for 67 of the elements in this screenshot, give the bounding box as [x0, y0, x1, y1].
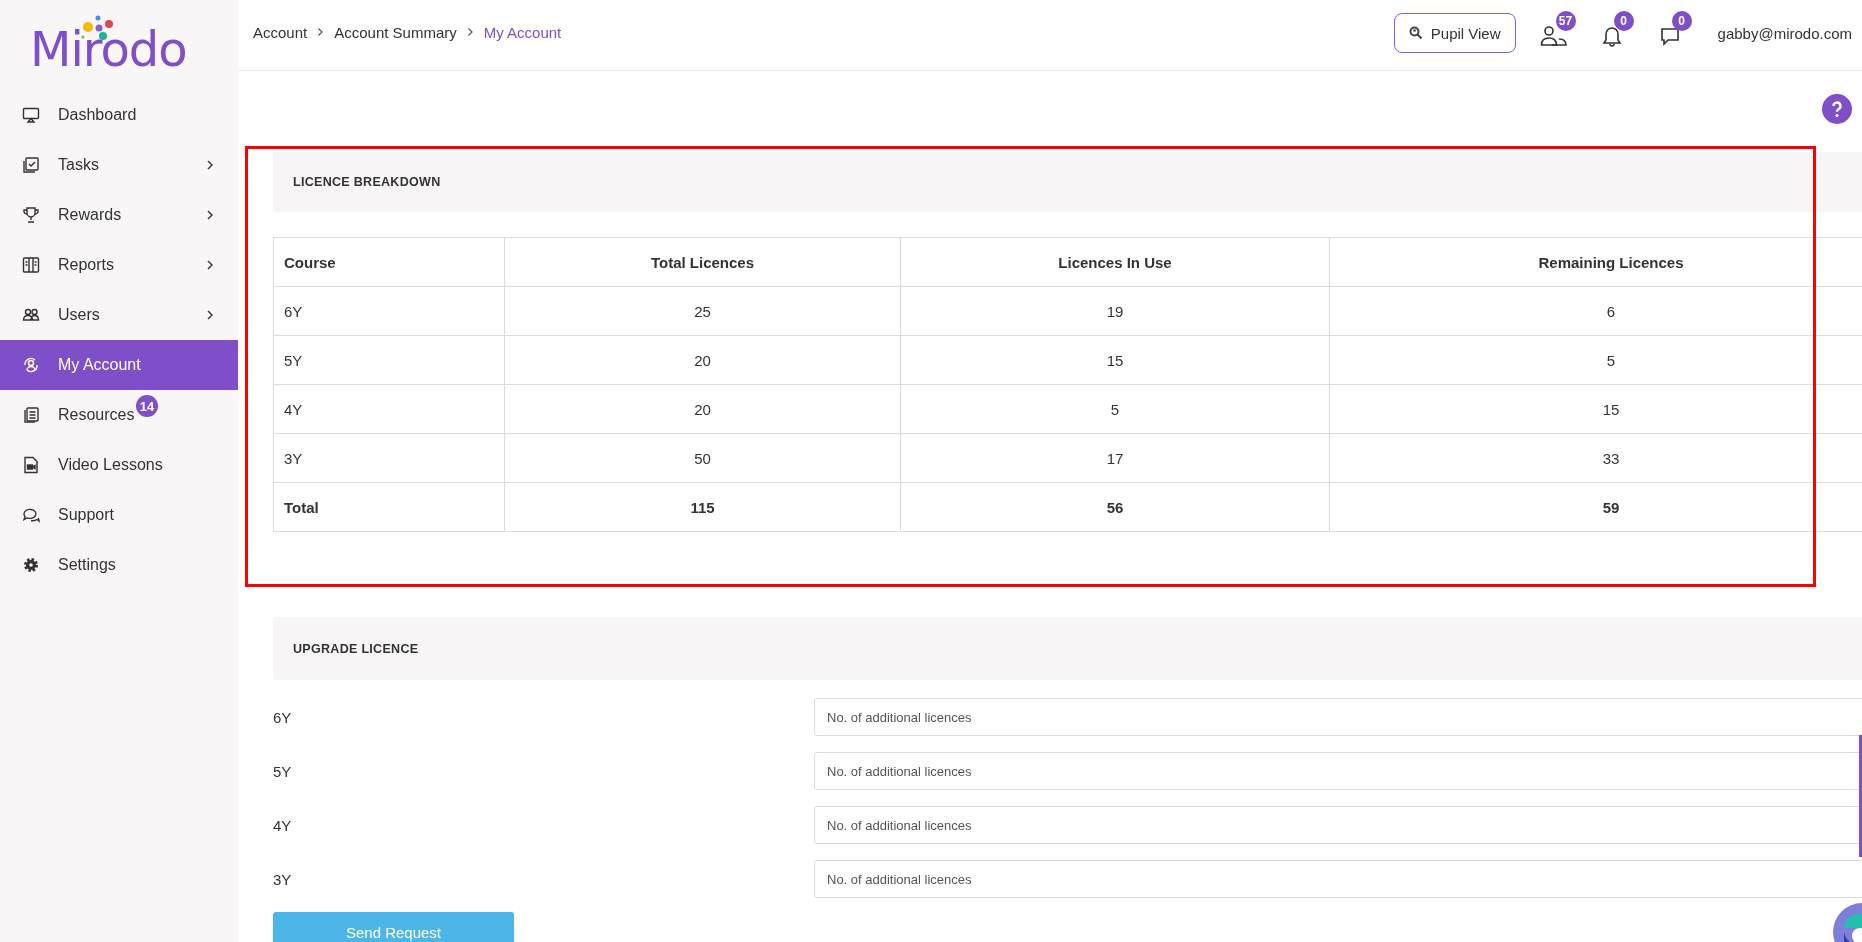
users-icon[interactable]: [1539, 25, 1568, 47]
table-cell: 3Y: [273, 433, 505, 483]
table-cell: 4Y: [273, 384, 505, 434]
total-cell: 56: [900, 482, 1330, 532]
section-title: LICENCE BREAKDOWN: [293, 175, 441, 189]
sidebar-item[interactable]: Video Lessons: [0, 440, 238, 490]
table-cell: 50: [504, 433, 901, 483]
sidebar-item[interactable]: Users: [0, 290, 238, 340]
search-icon: [1408, 26, 1423, 40]
sidebar-item[interactable]: Resources 14: [0, 390, 238, 440]
table-cell: 17: [900, 433, 1330, 483]
input-field[interactable]: No. of additional licences: [814, 698, 1862, 736]
count-badge: 0: [1613, 11, 1634, 31]
column-header: Total Licences: [504, 237, 901, 287]
sidebar-item[interactable]: Tasks: [0, 140, 238, 190]
trophy-icon: [22, 206, 40, 224]
field-label: 6Y: [273, 708, 293, 726]
documents-icon: [22, 406, 40, 424]
section-title: UPGRADE LICENCE: [293, 641, 419, 656]
total-cell: 115: [504, 482, 901, 532]
input-field[interactable]: No. of additional licences: [814, 860, 1862, 898]
chat-icon[interactable]: [1659, 25, 1680, 47]
table-cell: 5Y: [273, 335, 505, 385]
column-header: Licences In Use: [900, 237, 1330, 287]
table-cell: 6Y: [273, 286, 505, 336]
gear-icon: [22, 556, 40, 574]
table-cell: 20: [504, 335, 901, 385]
table-cell: 5: [900, 384, 1330, 434]
sidebar-item[interactable]: Settings: [0, 540, 238, 590]
count-badge: 14: [136, 395, 158, 417]
account-icon: [22, 356, 40, 374]
column-header: Remaining Licences: [1329, 237, 1862, 287]
breadcrumb-link[interactable]: My Account: [483, 23, 562, 41]
breadcrumb-link[interactable]: Account: [253, 23, 308, 41]
chat-icon: [22, 506, 40, 524]
pupil-view-button[interactable]: Pupil View: [1393, 13, 1516, 53]
chat-widget-icon[interactable]: [1832, 902, 1862, 942]
field-label: 3Y: [273, 870, 293, 888]
input-field[interactable]: No. of additional licences: [814, 806, 1862, 844]
count-badge: 0: [1671, 11, 1692, 31]
breadcrumb-link[interactable]: Account Summary: [334, 23, 457, 41]
count-badge: 57: [1555, 11, 1576, 31]
columns-icon: [22, 256, 40, 274]
table-cell: 25: [504, 286, 901, 336]
logo[interactable]: Mirodo: [30, 21, 187, 77]
total-cell: Total: [273, 482, 505, 532]
sidebar-item[interactable]: My Account: [0, 340, 238, 390]
users-icon: [22, 306, 40, 324]
help-icon[interactable]: [1822, 93, 1852, 124]
chevron-right-icon: [317, 27, 325, 37]
field-label: 4Y: [273, 816, 293, 834]
table-cell: 19: [900, 286, 1330, 336]
sidebar-item[interactable]: Support: [0, 490, 238, 540]
video-file-icon: [22, 456, 40, 474]
table-cell: 15: [900, 335, 1330, 385]
bell-icon[interactable]: [1601, 25, 1622, 47]
sidebar-item[interactable]: Dashboard: [0, 90, 238, 140]
chevron-right-icon: [466, 27, 474, 37]
input-field[interactable]: No. of additional licences: [814, 752, 1862, 790]
checklist-icon: [22, 156, 40, 174]
field-label: 5Y: [273, 762, 293, 780]
column-header: Course: [273, 237, 505, 287]
sidebar-item[interactable]: Rewards: [0, 190, 238, 240]
monitor-icon: [22, 106, 40, 124]
user-email[interactable]: gabby@mirodo.com: [1717, 24, 1852, 42]
table-cell: 20: [504, 384, 901, 434]
sidebar-item[interactable]: Reports: [0, 240, 238, 290]
